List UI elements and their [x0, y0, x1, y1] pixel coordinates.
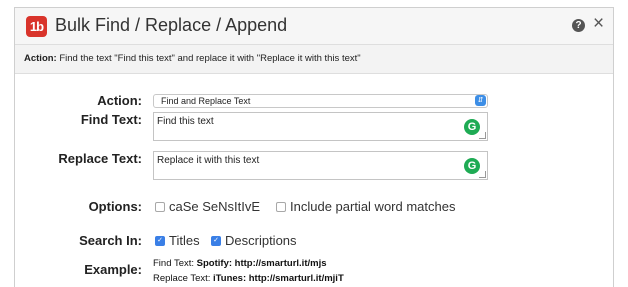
find-text-field[interactable]: Find this text G [153, 112, 488, 141]
find-text-label: Find Text: [80, 112, 142, 127]
case-sensitive-option[interactable]: caSe SeNsItIvE [155, 199, 260, 214]
example-find-value: Spotify: http://smarturl.it/mjs [196, 258, 327, 269]
help-icon[interactable]: ? [572, 19, 585, 32]
grammarly-icon[interactable]: G [464, 119, 480, 135]
partial-match-checkbox[interactable] [276, 201, 286, 212]
replace-text-value: Replace it with this text [157, 155, 260, 166]
bulk-find-replace-dialog: 1b Bulk Find / Replace / Append ? × Acti… [14, 7, 614, 287]
title-bar: 1b Bulk Find / Replace / Append ? × [15, 8, 613, 44]
resize-grip-icon[interactable] [479, 132, 486, 139]
app-logo: 1b [26, 16, 47, 37]
example-replace-line: Replace Text: iTunes: http://smarturl.it… [153, 273, 344, 284]
partial-match-option[interactable]: Include partial word matches [276, 199, 455, 214]
close-icon[interactable]: × [593, 14, 604, 34]
titles-checkbox[interactable]: ✓ [155, 235, 165, 246]
example-replace-value: iTunes: http://smarturl.it/mjiT [213, 273, 344, 284]
titles-label: Titles [169, 233, 200, 248]
action-select[interactable]: Find and Replace Text ⇵ [153, 94, 488, 108]
action-label: Action: [97, 93, 142, 108]
resize-grip-icon[interactable] [479, 171, 486, 178]
action-description-label: Action: [24, 53, 57, 64]
example-find-line: Find Text: Spotify: http://smarturl.it/m… [153, 258, 327, 269]
action-description-text: Find the text "Find this text" and repla… [59, 53, 361, 64]
descriptions-label: Descriptions [225, 233, 297, 248]
case-sensitive-checkbox[interactable] [155, 201, 165, 212]
descriptions-checkbox[interactable]: ✓ [211, 235, 221, 246]
find-text-value: Find this text [157, 116, 214, 127]
replace-text-field[interactable]: Replace it with this text G [153, 151, 488, 180]
example-replace-prefix: Replace Text: [153, 273, 214, 284]
descriptions-option[interactable]: ✓ Descriptions [211, 233, 297, 248]
replace-text-label: Replace Text: [58, 151, 142, 166]
search-in-label: Search In: [79, 233, 142, 248]
options-label: Options: [88, 199, 142, 214]
titles-option[interactable]: ✓ Titles [155, 233, 200, 248]
example-label: Example: [84, 262, 142, 277]
grammarly-icon[interactable]: G [464, 158, 480, 174]
case-sensitive-label: caSe SeNsItIvE [169, 199, 261, 214]
dialog-title: Bulk Find / Replace / Append [55, 15, 288, 35]
chevron-updown-icon: ⇵ [475, 95, 486, 106]
action-select-value: Find and Replace Text [161, 96, 251, 106]
action-description: Action: Find the text "Find this text" a… [15, 44, 613, 74]
partial-match-label: Include partial word matches [290, 199, 456, 214]
example-find-prefix: Find Text: [153, 258, 197, 269]
